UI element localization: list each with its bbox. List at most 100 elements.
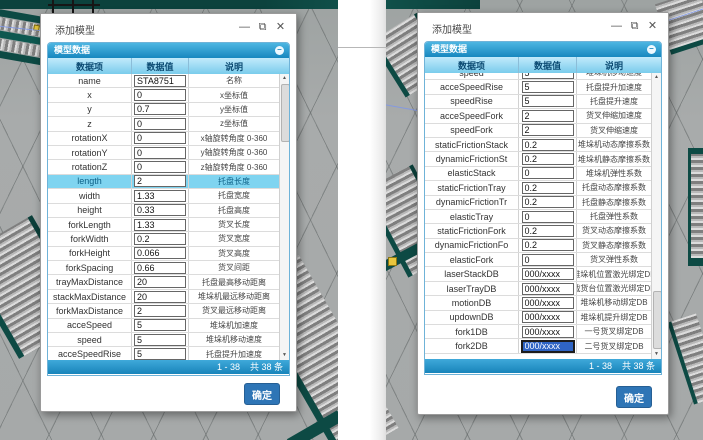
minimize-icon[interactable]: — xyxy=(238,20,251,34)
value-input[interactable] xyxy=(134,334,186,346)
value-input[interactable] xyxy=(522,297,574,309)
value-input[interactable] xyxy=(522,268,574,280)
scroll-up-arrow-icon[interactable]: ▲ xyxy=(280,74,289,83)
value-input[interactable] xyxy=(134,219,186,231)
value-input[interactable] xyxy=(134,262,186,274)
table-row[interactable]: forkSpacing 货叉间距 xyxy=(48,261,289,275)
table-scrollbar[interactable]: ▲ ▼ xyxy=(279,74,289,360)
table-row[interactable]: rotationZ z轴旋转角度 0-360 xyxy=(48,160,289,174)
table-row[interactable]: laserTrayDB 载货台位置激光绑定DB xyxy=(425,282,661,296)
table-row[interactable]: elasticStack 堆垛机弹性系数 xyxy=(425,167,661,181)
value-input[interactable] xyxy=(522,167,574,179)
value-input[interactable] xyxy=(134,75,186,87)
dialog-titlebar[interactable]: 添加模型 — ⧉ ✕ xyxy=(41,14,296,41)
value-input[interactable] xyxy=(522,81,574,93)
value-input[interactable] xyxy=(522,182,574,194)
table-row[interactable]: elasticFork 货叉弹性系数 xyxy=(425,253,661,267)
table-row[interactable]: speed 堆垛机移动速度 xyxy=(48,333,289,347)
close-icon[interactable]: ✕ xyxy=(274,20,287,34)
dialog-titlebar[interactable]: 添加模型 — ⧉ ✕ xyxy=(418,13,668,40)
table-row[interactable]: acceSpeed 堆垛机加速度 xyxy=(48,319,289,333)
value-input[interactable] xyxy=(134,89,186,101)
collapse-icon[interactable]: – xyxy=(275,46,284,55)
value-input[interactable] xyxy=(134,276,186,288)
table-row[interactable]: fork2DB 二号货叉绑定DB xyxy=(425,339,661,353)
close-icon[interactable]: ✕ xyxy=(646,19,659,33)
table-row[interactable]: dynamicFrictionSt 堆垛机静态摩擦系数 xyxy=(425,152,661,166)
value-input[interactable] xyxy=(134,305,186,317)
maximize-icon[interactable]: ⧉ xyxy=(256,20,269,34)
table-scrollbar[interactable]: ▲ ▼ xyxy=(651,73,661,359)
table-row[interactable]: forkLength 货叉长度 xyxy=(48,218,289,232)
value-input[interactable] xyxy=(522,254,574,266)
value-input[interactable] xyxy=(134,118,186,130)
table-row[interactable]: fork1DB 一号货叉绑定DB xyxy=(425,325,661,339)
value-input[interactable] xyxy=(134,233,186,245)
value-input[interactable] xyxy=(521,340,575,353)
table-row[interactable]: rotationY y轴旋转角度 0-360 xyxy=(48,146,289,160)
table-row[interactable]: y y坐标值 xyxy=(48,103,289,117)
maximize-icon[interactable]: ⧉ xyxy=(628,19,641,33)
value-input[interactable] xyxy=(522,211,574,223)
table-row[interactable]: speed 堆垛机移动速度 xyxy=(425,73,661,80)
scrollbar-thumb[interactable] xyxy=(653,291,662,349)
table-row[interactable]: acceSpeedFork 货叉伸缩加速度 xyxy=(425,109,661,123)
value-input[interactable] xyxy=(522,326,574,338)
table-row[interactable]: speedRise 托盘提升速度 xyxy=(425,95,661,109)
table-row[interactable]: speedFork 货叉伸缩速度 xyxy=(425,124,661,138)
table-row[interactable]: motionDB 堆垛机移动绑定DB xyxy=(425,296,661,310)
scrollbar-thumb[interactable] xyxy=(281,84,290,142)
value-input[interactable] xyxy=(522,311,574,323)
value-input[interactable] xyxy=(134,175,186,187)
collapse-icon[interactable]: – xyxy=(647,45,656,54)
value-input[interactable] xyxy=(522,139,574,151)
value-input[interactable] xyxy=(134,204,186,216)
minimize-icon[interactable]: — xyxy=(610,19,623,33)
table-row[interactable]: stackMaxDistance 堆垛机最远移动距离 xyxy=(48,290,289,304)
table-row[interactable]: forkHeight 货叉高度 xyxy=(48,247,289,261)
value-input[interactable] xyxy=(134,348,186,360)
table-row[interactable]: z z坐标值 xyxy=(48,117,289,131)
table-row[interactable]: acceSpeedRise 托盘提升加速度 xyxy=(48,347,289,360)
table-row[interactable]: rotationX x轴旋转角度 0-360 xyxy=(48,132,289,146)
value-input[interactable] xyxy=(522,153,574,165)
table-row[interactable]: updownDB 堆垛机提升绑定DB xyxy=(425,311,661,325)
value-input[interactable] xyxy=(134,103,186,115)
table-row[interactable]: staticFrictionFork 货叉动态摩擦系数 xyxy=(425,224,661,238)
table-row[interactable]: dynamicFrictionTr 托盘静态摩擦系数 xyxy=(425,196,661,210)
table-row[interactable]: x x坐标值 xyxy=(48,88,289,102)
value-input[interactable] xyxy=(134,291,186,303)
value-input[interactable] xyxy=(134,319,186,331)
table-row[interactable]: staticFrictionTray 托盘动态摩擦系数 xyxy=(425,181,661,195)
table-row[interactable]: trayMaxDistance 托盘最高移动距离 xyxy=(48,275,289,289)
table-row[interactable]: acceSpeedRise 托盘提升加速度 xyxy=(425,80,661,94)
value-input[interactable] xyxy=(134,190,186,202)
value-input[interactable] xyxy=(522,283,574,295)
table-row[interactable]: name 名称 xyxy=(48,74,289,88)
value-input[interactable] xyxy=(134,132,186,144)
scroll-down-arrow-icon[interactable]: ▼ xyxy=(280,351,289,360)
value-input[interactable] xyxy=(522,239,574,251)
table-row[interactable]: width 托盘宽度 xyxy=(48,189,289,203)
table-row[interactable]: forkMaxDistance 货叉最远移动距离 xyxy=(48,304,289,318)
value-input[interactable] xyxy=(522,124,574,136)
table-row[interactable]: dynamicFrictionFo 货叉静态摩擦系数 xyxy=(425,239,661,253)
value-input[interactable] xyxy=(134,247,186,259)
table-row[interactable]: length 托盘长度 xyxy=(48,175,289,189)
confirm-button[interactable]: 确定 xyxy=(616,386,652,408)
value-input[interactable] xyxy=(134,161,186,173)
table-row[interactable]: elasticTray 托盘弹性系数 xyxy=(425,210,661,224)
value-input[interactable] xyxy=(522,196,574,208)
table-row[interactable]: laserStackDB 堆垛机位置激光绑定DB xyxy=(425,267,661,281)
scroll-up-arrow-icon[interactable]: ▲ xyxy=(652,73,661,82)
value-input[interactable] xyxy=(522,95,574,107)
table-row[interactable]: height 托盘高度 xyxy=(48,204,289,218)
value-input[interactable] xyxy=(522,73,574,79)
value-input[interactable] xyxy=(522,225,574,237)
scroll-down-arrow-icon[interactable]: ▼ xyxy=(652,350,661,359)
table-row[interactable]: staticFrictionStack 堆垛机动态摩擦系数 xyxy=(425,138,661,152)
confirm-button[interactable]: 确定 xyxy=(244,383,280,405)
value-input[interactable] xyxy=(134,147,186,159)
table-row[interactable]: forkWidth 货叉宽度 xyxy=(48,232,289,246)
value-input[interactable] xyxy=(522,110,574,122)
